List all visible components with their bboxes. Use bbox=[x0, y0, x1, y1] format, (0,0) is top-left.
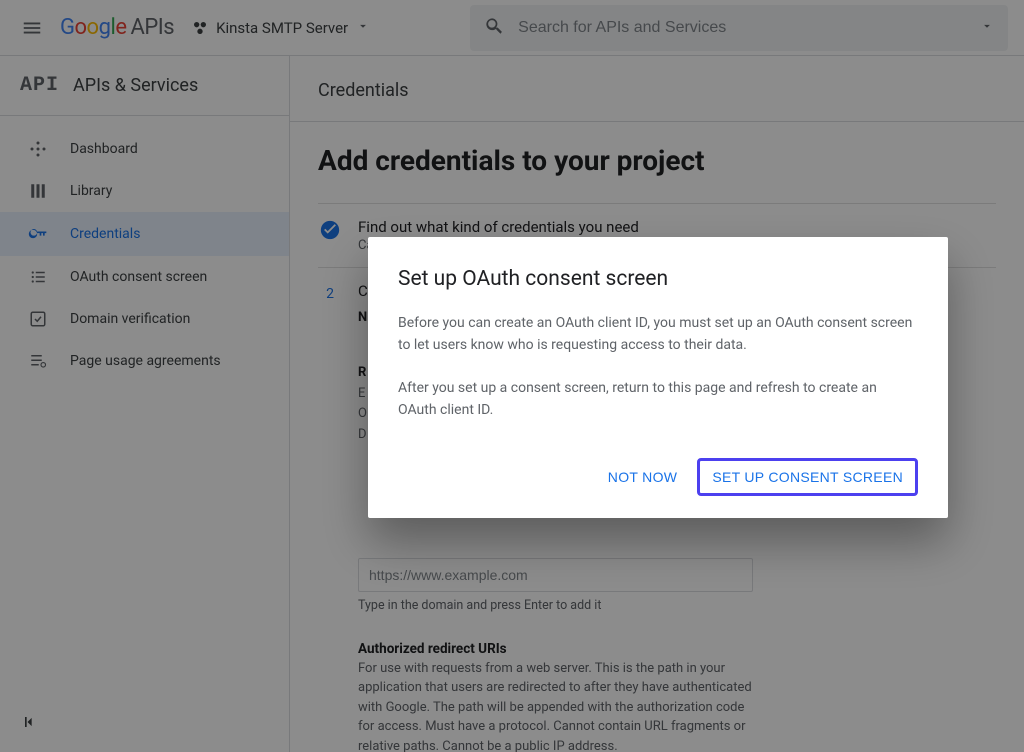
set-up-consent-screen-button[interactable]: SET UP CONSENT SCREEN bbox=[697, 458, 918, 496]
oauth-consent-dialog: Set up OAuth consent screen Before you c… bbox=[368, 237, 948, 518]
dialog-actions: NOT NOW SET UP CONSENT SCREEN bbox=[398, 458, 918, 496]
not-now-button[interactable]: NOT NOW bbox=[596, 459, 690, 495]
dialog-paragraph-1: Before you can create an OAuth client ID… bbox=[398, 313, 918, 356]
dialog-paragraph-2: After you set up a consent screen, retur… bbox=[398, 378, 918, 421]
dialog-title: Set up OAuth consent screen bbox=[398, 267, 918, 291]
